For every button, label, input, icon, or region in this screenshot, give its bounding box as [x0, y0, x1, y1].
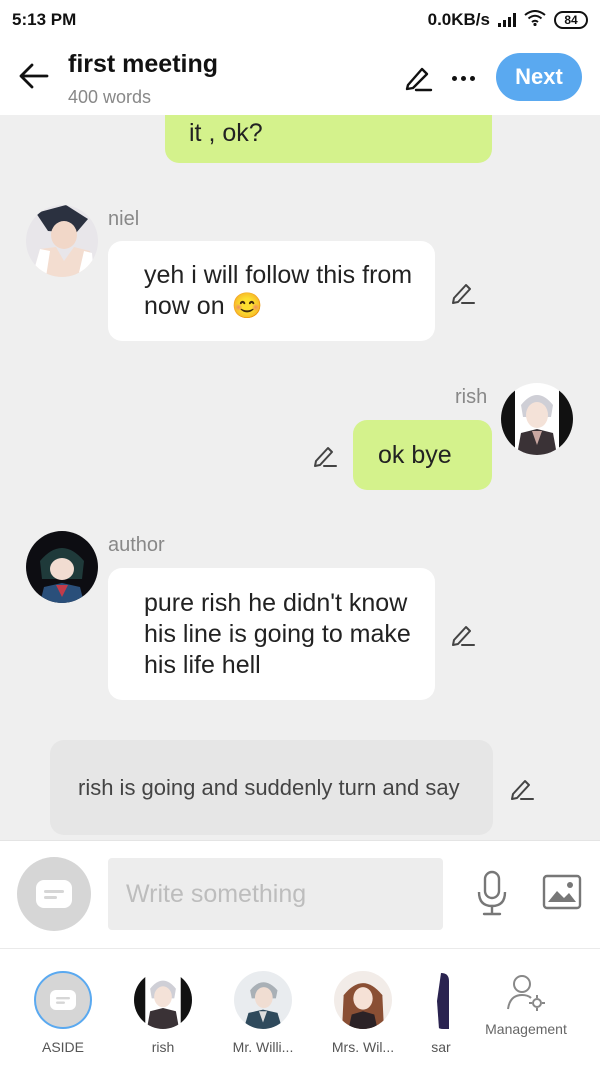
image-button[interactable] — [540, 872, 584, 912]
character-label: ASIDE — [41, 1039, 84, 1055]
back-button[interactable] — [16, 58, 52, 94]
edit-title-button[interactable] — [400, 60, 436, 96]
message-bubble-me[interactable]: ok bye — [353, 420, 492, 490]
network-speed: 0.0KB/s — [427, 10, 490, 29]
battery-icon: 84 — [554, 11, 588, 29]
wifi-icon — [524, 9, 546, 31]
pencil-icon — [452, 626, 475, 646]
character-rish[interactable]: rish — [113, 971, 213, 1055]
pencil-icon — [314, 447, 337, 467]
message-bubble-other[interactable]: pure rish he didn't know his line is goi… — [108, 568, 435, 700]
composer-bar — [0, 840, 600, 948]
pencil-icon — [511, 780, 534, 800]
speaker-name: author — [108, 534, 165, 556]
aside-toggle-button[interactable] — [17, 857, 91, 931]
message-input[interactable] — [108, 858, 443, 930]
chat-bubble-icon — [36, 880, 72, 908]
avatar-mrs-william — [334, 971, 392, 1029]
aside-avatar — [34, 971, 92, 1029]
avatar-sar — [433, 971, 449, 1029]
speaker-name: niel — [108, 208, 140, 230]
status-right: 0.0KB/s 84 — [427, 9, 588, 31]
arrow-left-icon — [19, 63, 49, 89]
chat-bubble-icon — [50, 990, 76, 1010]
user-settings-icon — [507, 975, 545, 1011]
avatar-author[interactable] — [26, 531, 98, 603]
message-text: rish is going and suddenly turn and say — [78, 774, 460, 800]
message-text: ok bye — [378, 440, 452, 469]
status-time: 5:13 PM — [12, 10, 77, 29]
story-header: first meeting 400 words Next — [0, 40, 600, 115]
chat-area[interactable]: it , ok? niel yeh i will follow this fro… — [0, 115, 600, 840]
character-sar[interactable]: sar — [413, 971, 469, 1055]
page-title: first meeting — [68, 50, 219, 78]
more-options-button[interactable] — [446, 60, 480, 96]
character-bar: ASIDE rish Mr. Willi... Mrs. Wil... sar … — [0, 948, 600, 1067]
message-bubble-other[interactable]: yeh i will follow this from now on 😊 — [108, 241, 435, 341]
message-text: pure rish he didn't know his line is goi… — [144, 588, 411, 679]
character-label: Mr. Willi... — [232, 1039, 294, 1055]
character-label: Mrs. Wil... — [331, 1039, 395, 1055]
avatar-mr-william — [234, 971, 292, 1029]
microphone-icon — [477, 870, 507, 916]
edit-message-button[interactable] — [310, 440, 340, 470]
management-label: Management — [485, 1021, 567, 1037]
avatar-rish — [134, 971, 192, 1029]
microphone-button[interactable] — [472, 869, 512, 917]
next-button[interactable]: Next — [496, 53, 582, 101]
character-mrs-william[interactable]: Mrs. Wil... — [313, 971, 413, 1055]
pencil-icon — [452, 284, 475, 304]
message-text-body: yeh i will follow this from now on — [144, 261, 413, 320]
message-text: it , ok? — [189, 119, 263, 147]
character-aside[interactable]: ASIDE — [13, 971, 113, 1055]
message-text: yeh i will follow this from now on 😊 — [144, 260, 435, 322]
word-count: 400 words — [68, 87, 152, 107]
pencil-icon — [405, 67, 433, 92]
signal-icon — [498, 13, 516, 27]
status-bar: 5:13 PM 0.0KB/s 84 — [0, 0, 600, 40]
avatar-niel[interactable] — [26, 205, 98, 277]
message-bubble-aside[interactable]: rish is going and suddenly turn and say — [50, 740, 493, 835]
character-label: rish — [151, 1039, 175, 1055]
speaker-name: rish — [455, 386, 488, 408]
character-label: sar — [431, 1039, 451, 1055]
message-bubble-me[interactable]: it , ok? — [165, 115, 492, 163]
image-icon — [542, 874, 582, 910]
edit-message-button[interactable] — [448, 277, 478, 307]
edit-message-button[interactable] — [507, 773, 537, 803]
edit-message-button[interactable] — [448, 619, 478, 649]
avatar-rish[interactable] — [501, 383, 573, 455]
character-mr-william[interactable]: Mr. Willi... — [213, 971, 313, 1055]
smile-emoji-icon: 😊 — [231, 292, 263, 320]
management-button[interactable]: Management — [476, 973, 576, 1037]
